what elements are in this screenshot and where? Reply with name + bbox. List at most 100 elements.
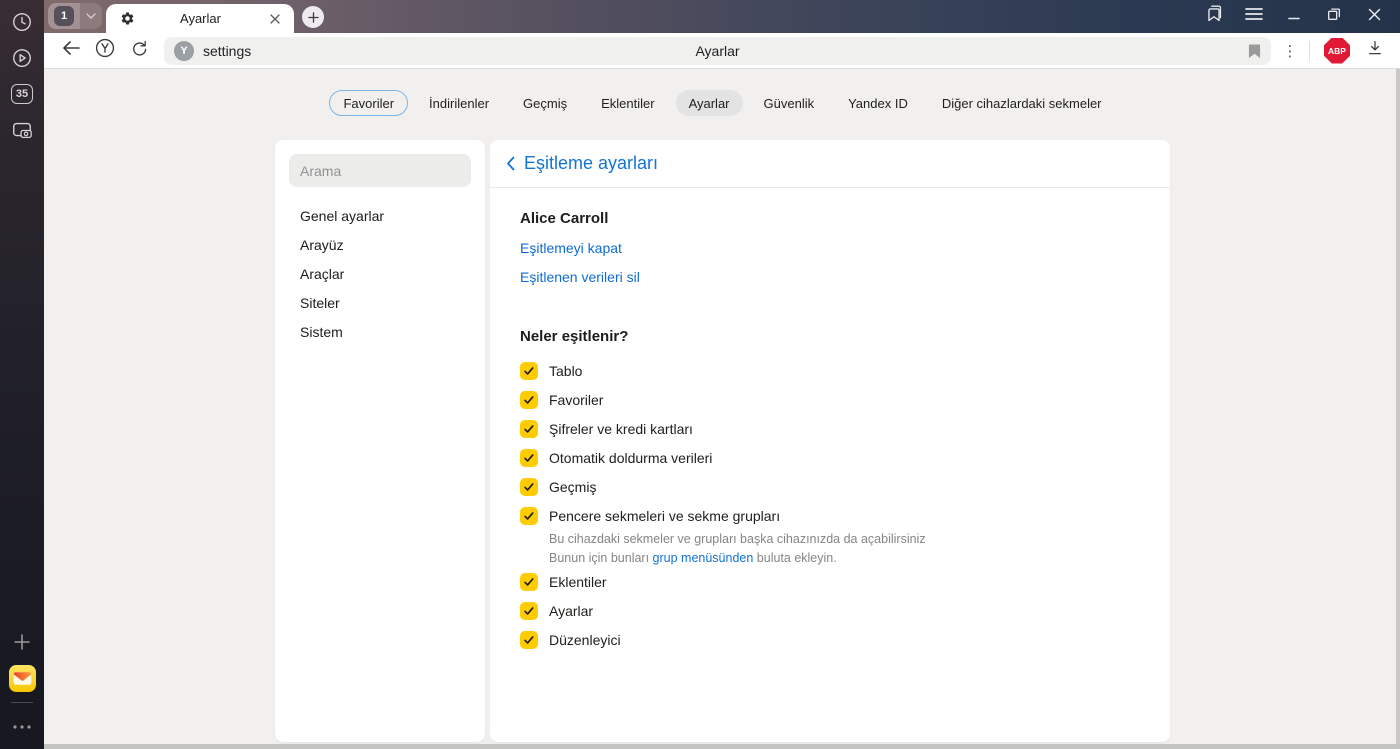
group-menu-link[interactable]: grup menüsünden — [653, 551, 754, 565]
minimize-button[interactable] — [1278, 4, 1310, 30]
address-bar[interactable]: Y settings Ayarlar — [164, 36, 1271, 65]
media-player-button[interactable] — [0, 40, 44, 76]
plus-icon — [12, 632, 32, 652]
nav-tab-favoriler[interactable]: Favoriler — [329, 90, 409, 116]
adblock-plus-badge[interactable]: ABP — [1324, 37, 1350, 64]
toolbar-separator — [1309, 40, 1310, 61]
add-panel-button[interactable] — [0, 624, 44, 660]
tab-bar: 1 Ayarlar — [44, 0, 1400, 33]
download-icon — [1366, 39, 1384, 62]
checkbox-checked-icon[interactable] — [520, 448, 538, 467]
menu-item-araclar[interactable]: Araçlar — [289, 259, 471, 288]
menu-item-genel-ayarlar[interactable]: Genel ayarlar — [289, 201, 471, 230]
checkbox-checked-icon[interactable] — [520, 361, 538, 380]
tab-group-count: 1 — [48, 3, 80, 29]
sync-item-eklentiler[interactable]: Eklentiler — [520, 567, 1140, 596]
settings-page: Favoriler İndirilenler Geçmiş Eklentiler… — [44, 69, 1400, 749]
refresh-button[interactable] — [122, 37, 156, 65]
main-column: 1 Ayarlar Y settings Ayarlar ⋮ ABP Favor… — [44, 0, 1400, 749]
back-arrow-icon — [62, 41, 80, 60]
chevron-down-icon[interactable] — [80, 3, 102, 29]
account-name: Alice Carroll — [520, 210, 609, 227]
nav-tab-gecmis[interactable]: Geçmiş — [510, 90, 580, 116]
restore-icon — [1326, 6, 1342, 27]
checkbox-checked-icon[interactable] — [520, 601, 538, 620]
screen-capture-button[interactable] — [0, 112, 44, 148]
hamburger-icon — [1245, 7, 1263, 26]
toolbar: Y settings Ayarlar ⋮ ABP — [44, 33, 1400, 69]
new-tab-button[interactable] — [302, 6, 324, 28]
yandex-mail-icon — [8, 664, 36, 692]
checkbox-checked-icon[interactable] — [520, 506, 538, 525]
bookmark-icon[interactable] — [1248, 43, 1261, 59]
tab-close-icon[interactable] — [266, 10, 284, 28]
rail-divider — [11, 702, 33, 703]
nav-tab-guvenlik[interactable]: Güvenlik — [751, 90, 828, 116]
rail-more-button[interactable] — [0, 709, 44, 745]
sync-settings-panel: Eşitleme ayarları Alice Carroll Eşitleme… — [490, 140, 1170, 742]
bookmarks-panel-button[interactable] — [1198, 4, 1230, 30]
yandex-home-button[interactable] — [88, 37, 122, 65]
menu-item-arayuz[interactable]: Arayüz — [289, 230, 471, 259]
url-text[interactable]: settings — [203, 43, 251, 59]
back-button[interactable] — [54, 37, 88, 65]
yandex-mail-button[interactable] — [0, 660, 44, 696]
refresh-icon — [130, 39, 149, 63]
screen-capture-icon — [10, 119, 34, 141]
nav-tab-yandex-id[interactable]: Yandex ID — [835, 90, 921, 116]
more-dots-icon — [12, 724, 32, 730]
checkbox-checked-icon[interactable] — [520, 572, 538, 591]
menu-item-sistem[interactable]: Sistem — [289, 317, 471, 346]
tab-group-button[interactable]: 1 — [48, 3, 102, 29]
close-window-button[interactable] — [1358, 4, 1390, 30]
panels: Genel ayarlar Arayüz Araçlar Siteler Sis… — [275, 140, 1170, 742]
close-icon — [1368, 8, 1381, 26]
collections-icon — [1203, 3, 1225, 30]
page-title-center: Ayarlar — [695, 42, 740, 59]
sync-header-back[interactable]: Eşitleme ayarları — [490, 140, 1170, 188]
checkbox-checked-icon[interactable] — [520, 419, 538, 438]
horizontal-scrollbar[interactable] — [44, 744, 1400, 749]
sync-item-gecmis[interactable]: Geçmiş — [520, 472, 1140, 501]
disable-sync-link[interactable]: Eşitlemeyi kapat — [520, 239, 622, 257]
minimize-icon — [1287, 7, 1301, 26]
checkbox-checked-icon[interactable] — [520, 630, 538, 649]
active-tab[interactable]: Ayarlar — [106, 4, 294, 33]
clock-icon — [11, 11, 33, 33]
sync-item-pencere-sekmeleri[interactable]: Pencere sekmeleri ve sekme grupları — [520, 501, 1140, 530]
sync-item-sifreler[interactable]: Şifreler ve kredi kartları — [520, 414, 1140, 443]
history-button[interactable] — [0, 4, 44, 40]
tab-panel-button[interactable]: 35 — [0, 76, 44, 112]
checkbox-checked-icon[interactable] — [520, 390, 538, 409]
tab-title: Ayarlar — [180, 11, 221, 26]
settings-menu: Genel ayarlar Arayüz Araçlar Siteler Sis… — [289, 201, 471, 346]
nav-tab-indirilenler[interactable]: İndirilenler — [416, 90, 502, 116]
sync-item-favoriler[interactable]: Favoriler — [520, 385, 1140, 414]
sync-item-otomatik-doldurma[interactable]: Otomatik doldurma verileri — [520, 443, 1140, 472]
settings-search-input[interactable] — [289, 154, 471, 187]
browser-window: 35 1 Ayarlar Y settings Ayarlar ⋮ ABP Fa… — [0, 0, 1400, 749]
menu-item-siteler[interactable]: Siteler — [289, 288, 471, 317]
sync-section-title: Neler eşitlenir? — [520, 328, 629, 345]
chevron-left-icon — [506, 156, 515, 171]
sync-item-tablo[interactable]: Tablo — [520, 356, 1140, 385]
sync-item-ayarlar[interactable]: Ayarlar — [520, 596, 1140, 625]
omnibox-more-button[interactable]: ⋮ — [1277, 42, 1303, 60]
nav-tab-diger-cihazlar[interactable]: Diğer cihazlardaki sekmeler — [929, 90, 1115, 116]
sync-items-list: Tablo Favoriler Şifreler ve kredi kartla… — [520, 356, 1140, 654]
restore-button[interactable] — [1318, 4, 1350, 30]
sync-page-title: Eşitleme ayarları — [524, 153, 659, 173]
sync-body: Alice Carroll Eşitlemeyi kapat Eşitlenen… — [490, 188, 1170, 654]
downloads-button[interactable] — [1358, 37, 1392, 65]
note-line1: Bu cihazdaki sekmeler ve grupları başka … — [549, 532, 926, 546]
settings-nav: Favoriler İndirilenler Geçmiş Eklentiler… — [44, 90, 1400, 116]
nav-tab-eklentiler[interactable]: Eklentiler — [588, 90, 667, 116]
page-favicon: Y — [174, 40, 194, 61]
menu-button[interactable] — [1238, 4, 1270, 30]
sync-item-duzenleyici[interactable]: Düzenleyici — [520, 625, 1140, 654]
delete-synced-data-link[interactable]: Eşitlenen verileri sil — [520, 268, 640, 286]
settings-sidebar-panel: Genel ayarlar Arayüz Araçlar Siteler Sis… — [275, 140, 485, 742]
nav-tab-ayarlar[interactable]: Ayarlar — [675, 90, 743, 116]
checkbox-checked-icon[interactable] — [520, 477, 538, 496]
vertical-scrollbar[interactable] — [1396, 69, 1400, 744]
